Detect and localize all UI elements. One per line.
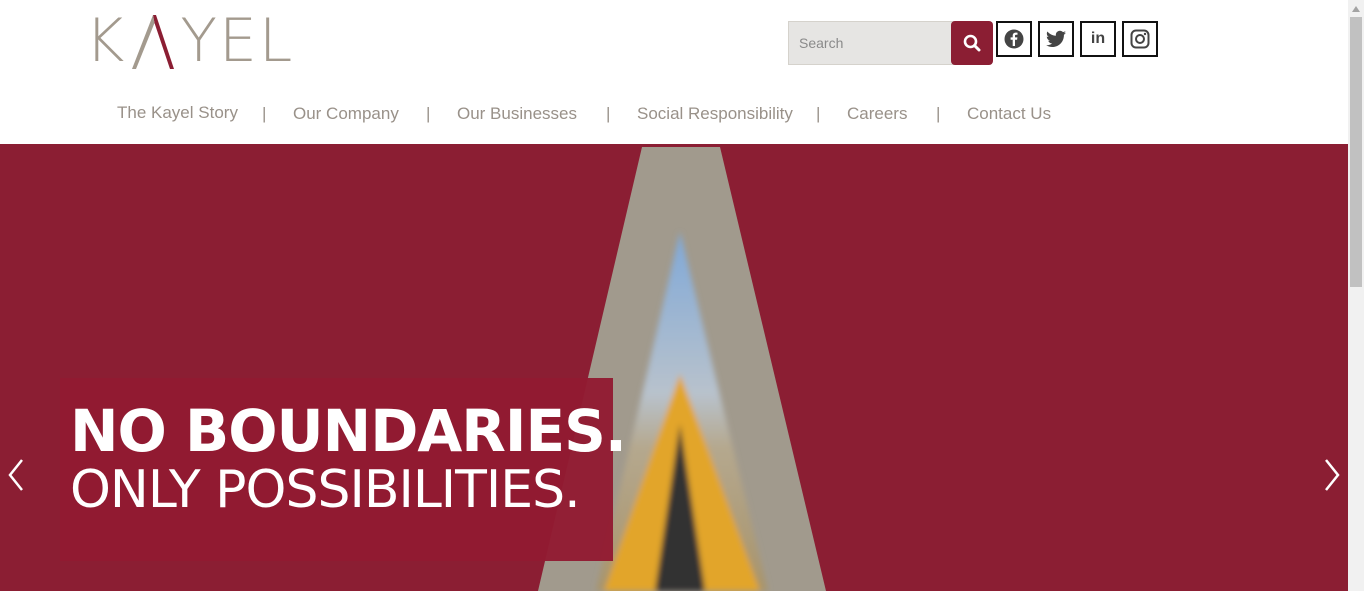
facebook-icon — [1004, 29, 1024, 49]
hero-subheadline: ONLY POSSIBILITIES. — [70, 460, 581, 520]
chevron-left-icon — [8, 459, 23, 491]
hero-slider: NO BOUNDARIES. ONLY POSSIBILITIES. — [0, 144, 1348, 591]
kayel-logo[interactable]: K YEL — [85, 6, 295, 76]
slider-prev-button[interactable] — [2, 450, 32, 500]
scroll-up-button[interactable] — [1348, 0, 1364, 17]
instagram-icon — [1130, 29, 1150, 49]
logo-text-prefix: K — [85, 6, 127, 76]
nav-separator: | — [262, 104, 267, 123]
facebook-link[interactable] — [996, 21, 1032, 57]
main-nav: The Kayel Story | Our Company | Our Busi… — [0, 96, 1348, 132]
linkedin-link[interactable]: in — [1080, 21, 1116, 57]
scrollbar-thumb[interactable] — [1350, 17, 1362, 287]
nav-separator: | — [606, 104, 611, 123]
linkedin-icon: in — [1090, 30, 1106, 47]
nav-item-contact-us[interactable]: Contact Us — [967, 104, 1051, 124]
twitter-link[interactable] — [1038, 21, 1074, 57]
nav-separator: | — [936, 104, 941, 123]
instagram-link[interactable] — [1122, 21, 1158, 57]
nav-item-our-businesses[interactable]: Our Businesses — [457, 104, 577, 124]
search-icon — [963, 34, 981, 52]
site-header: K YEL in — [0, 0, 1348, 144]
search-input[interactable] — [788, 21, 958, 65]
nav-separator: | — [426, 104, 431, 123]
logo-text-suffix: YEL — [180, 6, 295, 76]
nav-item-social-responsibility[interactable]: Social Responsibility — [637, 104, 793, 124]
nav-separator: | — [816, 104, 821, 123]
search-form — [788, 21, 993, 65]
nav-item-careers[interactable]: Careers — [847, 104, 907, 124]
nav-item-our-company[interactable]: Our Company — [293, 104, 399, 124]
caret-up-icon — [1352, 5, 1360, 12]
nav-item-kayel-story[interactable]: The Kayel Story — [117, 103, 238, 123]
hero-headline: NO BOUNDARIES. — [70, 397, 627, 465]
twitter-icon — [1046, 30, 1066, 47]
search-button[interactable] — [951, 21, 993, 65]
logo-a-mark — [132, 15, 175, 69]
slider-next-button[interactable] — [1316, 450, 1346, 500]
chevron-right-icon — [1325, 459, 1340, 491]
page-scrollbar[interactable] — [1348, 0, 1364, 591]
